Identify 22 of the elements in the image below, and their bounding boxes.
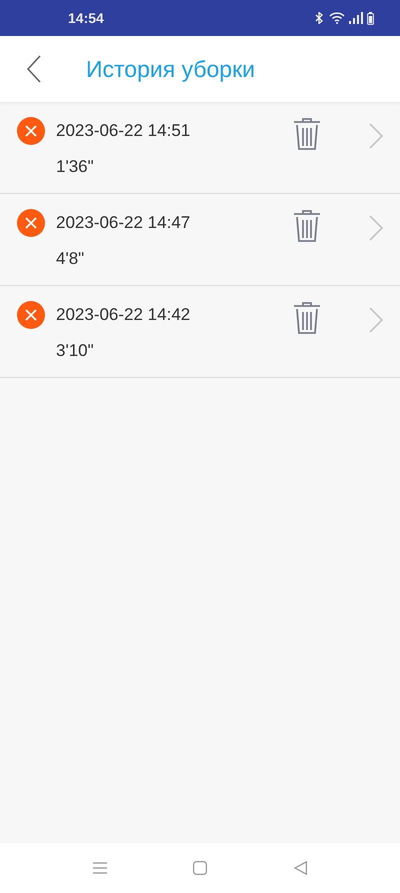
status-time: 14:54 [68,10,104,26]
record-duration: 4'8" [56,249,86,269]
signal-icon [349,12,363,24]
record-datetime: 2023-06-22 14:51 [56,121,192,141]
back-button[interactable] [26,55,42,83]
home-button[interactable] [193,861,208,875]
menu-button[interactable] [93,862,108,874]
bluetooth-icon [315,12,325,24]
page-title: История уборки [86,56,256,82]
record-duration: 1'36" [56,157,95,177]
wifi-icon [329,12,345,24]
open-details-button[interactable] [369,215,383,241]
delete-button[interactable] [293,118,321,150]
battery-icon [367,12,374,24]
delete-button[interactable] [293,210,321,242]
record-duration: 3'10" [56,341,95,361]
delete-button[interactable] [293,302,321,334]
record-datetime: 2023-06-22 14:42 [56,305,192,325]
open-details-button[interactable] [369,307,383,333]
record-datetime: 2023-06-22 14:47 [56,213,192,233]
back-nav-button[interactable] [294,861,307,875]
open-details-button[interactable] [369,123,383,149]
